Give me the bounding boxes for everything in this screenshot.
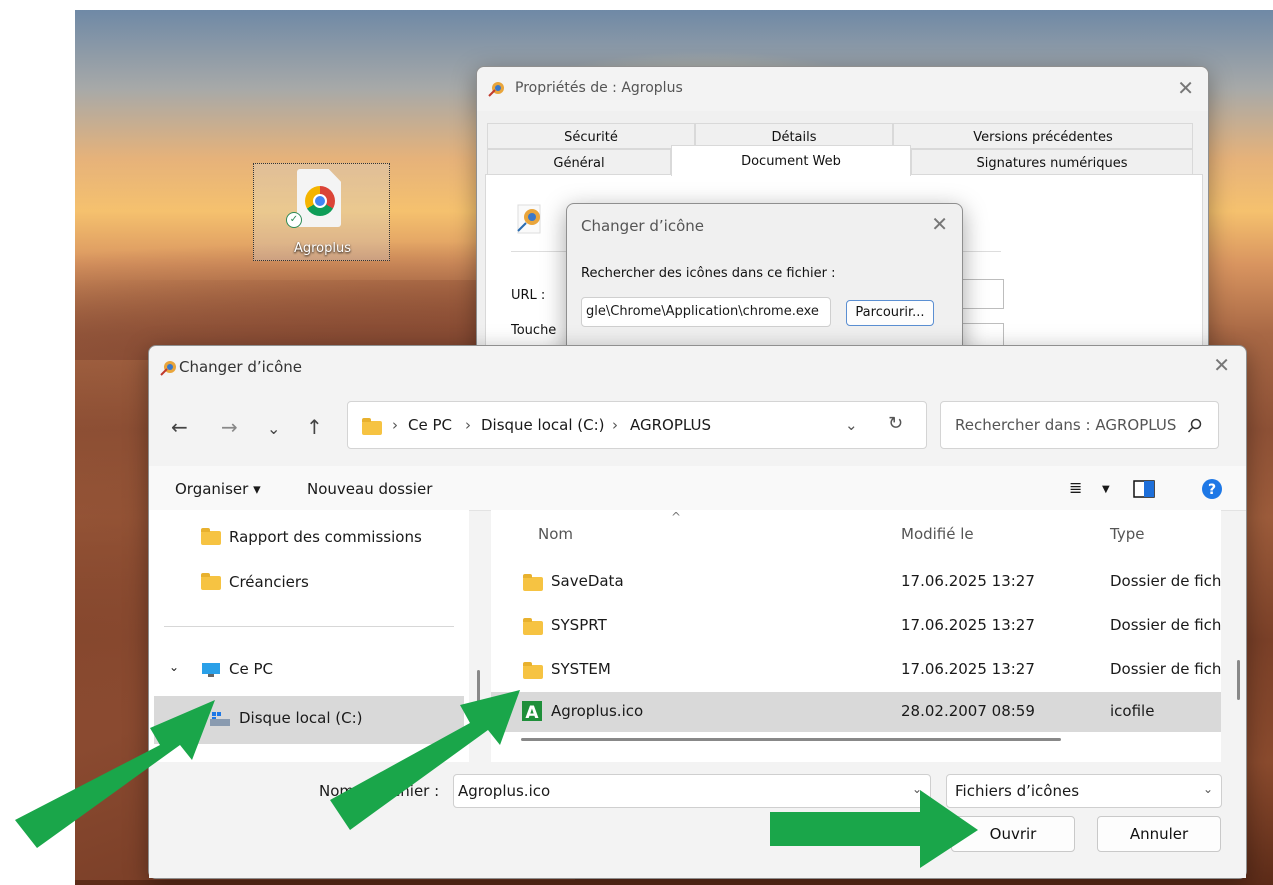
green-arrow-icon (15, 700, 215, 848)
tab-document-web[interactable]: Document Web (671, 145, 911, 176)
annotation-overlay (15, 690, 978, 868)
green-arrow-icon (770, 790, 978, 868)
green-arrow-icon (330, 690, 520, 830)
